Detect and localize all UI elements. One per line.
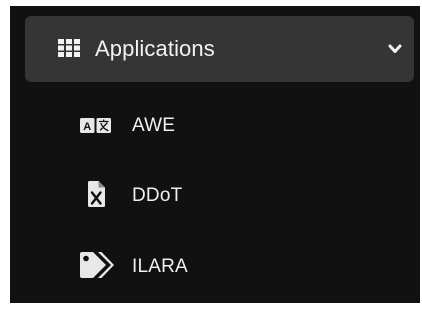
excel-file-icon [88, 181, 105, 207]
grid-icon [58, 39, 80, 57]
menu-item-label: AWE [132, 115, 176, 136]
svg-text:A: A [83, 121, 91, 133]
tags-icon [80, 252, 114, 278]
menu-item-ilara[interactable]: ILARA [65, 242, 385, 292]
menu-item-label: DDoT [132, 185, 183, 206]
translate-icon: A [80, 118, 111, 133]
menu-item-ddot[interactable]: DDoT [65, 171, 385, 221]
sidebar-menu: Applications A AWE DDoT ILARA [10, 6, 420, 303]
chevron-down-icon[interactable] [388, 43, 402, 55]
applications-section-header[interactable]: Applications [25, 16, 414, 82]
menu-item-awe[interactable]: A AWE [65, 101, 385, 151]
menu-item-label: ILARA [132, 256, 188, 277]
section-title: Applications [95, 36, 215, 61]
